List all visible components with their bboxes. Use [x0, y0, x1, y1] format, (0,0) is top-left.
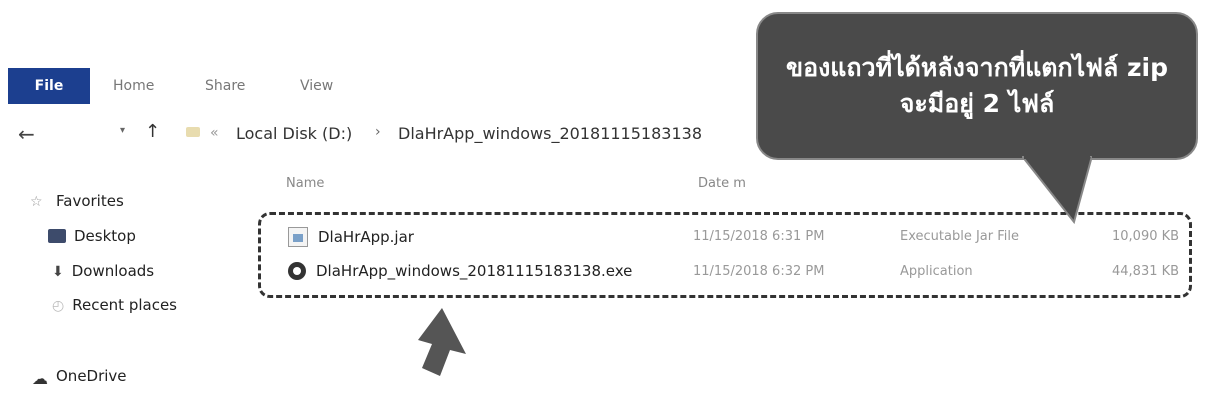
nav-label: Recent places	[72, 296, 177, 314]
nav-item-downloads[interactable]: ⬇ Downloads	[52, 262, 154, 280]
nav-item-recent-places[interactable]: ◴ Recent places	[52, 296, 177, 314]
recent-places-icon: ◴	[52, 298, 65, 314]
nav-item-desktop[interactable]: Desktop	[48, 227, 136, 245]
callout-bubble: ของแถวที่ได้หลังจากที่แตกไฟล์ zip จะมีอย…	[756, 12, 1198, 160]
nav-label: Favorites	[56, 192, 124, 210]
callout-line-2: จะมีอยู่ 2 ไฟล์	[899, 89, 1055, 118]
folder-icon	[186, 127, 200, 137]
back-arrow-icon[interactable]: ←	[18, 122, 35, 146]
up-arrow-icon[interactable]: ↑	[145, 121, 160, 142]
breadcrumb-overflow-icon[interactable]: «	[210, 125, 219, 141]
history-dropdown-icon[interactable]: ▾	[120, 125, 125, 136]
column-header-date[interactable]: Date m	[698, 176, 746, 191]
download-icon: ⬇	[52, 264, 64, 280]
cloud-icon: ☁	[32, 369, 48, 388]
breadcrumb-local-disk[interactable]: Local Disk (D:)	[236, 124, 352, 143]
desktop-icon	[48, 229, 66, 243]
nav-label: Desktop	[74, 227, 136, 245]
nav-item-onedrive[interactable]: ☁ OneDrive	[32, 367, 127, 388]
pointing-arrow-icon	[418, 308, 466, 376]
nav-item-favorites[interactable]: ☆ Favorites	[30, 192, 124, 210]
tab-home[interactable]: Home	[113, 78, 154, 94]
tab-share[interactable]: Share	[205, 78, 245, 94]
tab-view[interactable]: View	[300, 78, 333, 94]
column-header-name[interactable]: Name	[286, 176, 324, 191]
tab-file[interactable]: File	[8, 68, 90, 104]
star-icon: ☆	[30, 194, 43, 210]
breadcrumb-current-folder[interactable]: DlaHrApp_windows_20181115183138	[398, 124, 702, 143]
callout-line-1: ของแถวที่ได้หลังจากที่แตกไฟล์ zip	[786, 52, 1168, 82]
breadcrumb-separator-icon[interactable]: ›	[375, 124, 381, 140]
nav-label: OneDrive	[56, 367, 127, 385]
callout-tail	[1022, 156, 1092, 225]
nav-label: Downloads	[71, 262, 155, 280]
